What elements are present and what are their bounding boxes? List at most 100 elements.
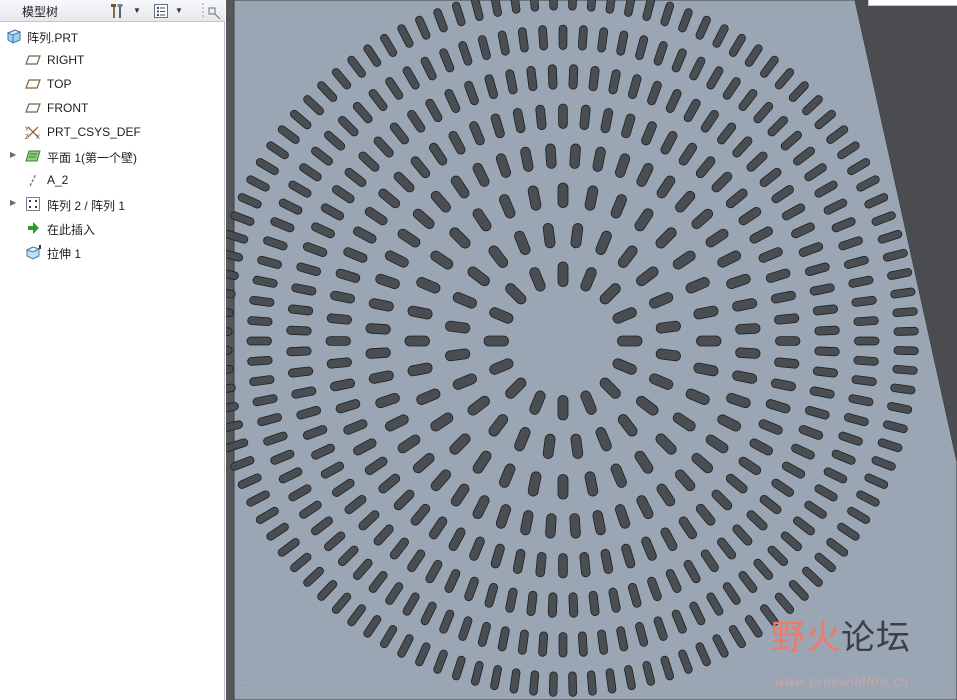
slot-cutout <box>774 357 800 369</box>
slot-cutout <box>365 323 391 335</box>
slot-cutout <box>735 323 761 335</box>
slot-cutout <box>569 513 581 539</box>
datum-plane-icon <box>25 52 41 68</box>
slot-cutout <box>545 143 557 169</box>
tree-item-top[interactable]: TOP <box>0 72 222 96</box>
slot-cutout <box>286 346 312 357</box>
slot-cutout <box>577 631 588 657</box>
slot-cutout <box>586 670 597 696</box>
slot-cutout <box>577 25 588 51</box>
slot-cutout <box>892 307 918 318</box>
tree-item-label: 拉伸 1 <box>47 247 82 261</box>
tree-item-front[interactable]: FRONT <box>0 96 222 120</box>
slot-cutout <box>326 313 352 325</box>
model-tree-panel: 模型树 ▼ ▼ 阵列.PRT RIGHT TOP FRONT Y X Z PRT… <box>0 0 225 700</box>
slot-cutout <box>854 336 880 346</box>
slot-cutout <box>226 364 234 375</box>
watermark-url: www.proewildfire.cn <box>775 674 909 689</box>
slot-cutout <box>535 104 547 130</box>
tree-item-label: 在此插入 <box>47 223 96 237</box>
show-dropdown-icon[interactable]: ▼ <box>175 6 183 15</box>
slot-cutout <box>735 347 761 359</box>
slot-cutout <box>569 143 581 169</box>
slot-cutout <box>774 313 800 325</box>
slot-cutout <box>617 335 643 347</box>
slot-cutout <box>538 25 549 51</box>
slot-cutout <box>404 335 430 347</box>
slot-cutout <box>246 336 272 346</box>
watermark-title-part1: 野火 <box>771 618 841 658</box>
tree-item-label: 阵列.PRT <box>27 31 79 45</box>
slot-cutout <box>547 592 558 618</box>
slot-cutout <box>558 632 568 658</box>
watermark-title-part2: 论坛 <box>841 618 911 658</box>
slot-cutout <box>557 395 569 421</box>
model-viewport[interactable] <box>226 0 957 700</box>
model-tree-title: 模型树 <box>22 5 59 19</box>
pattern-icon <box>25 196 41 212</box>
slot-cutout <box>247 355 273 366</box>
datum-axis-icon <box>25 172 41 188</box>
slot-cutout <box>286 325 312 336</box>
datum-plane-icon <box>25 76 41 92</box>
slot-cutout <box>814 325 840 336</box>
tree-item-extrude[interactable]: 拉伸 1 <box>0 240 222 264</box>
svg-text:Y: Y <box>25 127 29 133</box>
tree-settings-button[interactable]: ▼ <box>109 2 141 19</box>
model-tree-header: 模型树 ▼ ▼ <box>0 0 225 22</box>
slot-cutout <box>579 552 591 578</box>
slot-cutout <box>365 347 391 359</box>
slot-cutout <box>568 64 579 90</box>
tree-item-label: 平面 1(第一个壁) <box>47 151 138 165</box>
tree-item-pattern[interactable]: ▶ 阵列 2 / 阵列 1 <box>0 192 222 216</box>
top-right-toolbar-edge <box>868 0 957 6</box>
tree-item-label: PRT_CSYS_DEF <box>47 125 141 139</box>
tree-item-insert-here[interactable]: 在此插入 <box>0 216 222 240</box>
slot-cutout <box>853 355 879 366</box>
expand-arrow-icon[interactable]: ▶ <box>10 150 18 160</box>
slot-cutout <box>893 326 919 336</box>
slot-cutout <box>557 474 569 500</box>
tree-item-part[interactable]: 阵列.PRT <box>0 24 222 48</box>
slot-cutout <box>814 346 840 357</box>
svg-text:Z: Z <box>25 135 29 140</box>
expand-arrow-icon[interactable]: ▶ <box>10 198 18 208</box>
slot-cutout <box>547 64 558 90</box>
slot-cutout <box>775 336 801 346</box>
slot-cutout <box>568 592 579 618</box>
model-tree-list: 阵列.PRT RIGHT TOP FRONT Y X Z PRT_CSYS_DE… <box>0 24 222 264</box>
tree-item-csys[interactable]: Y X Z PRT_CSYS_DEF <box>0 120 222 144</box>
tree-list-icon <box>154 3 168 18</box>
tree-item-label: FRONT <box>47 101 89 115</box>
slot-cutout <box>226 346 233 356</box>
slot-cutout <box>557 261 569 287</box>
tree-item-label: A_2 <box>47 173 69 187</box>
slot-cutout <box>247 316 273 327</box>
pin-icon <box>202 2 221 19</box>
slot-cutout <box>529 670 540 696</box>
tree-show-button[interactable]: ▼ <box>153 2 183 19</box>
slot-cutout <box>853 316 879 327</box>
tree-item-label: RIGHT <box>47 53 85 67</box>
slot-cutout <box>558 553 568 579</box>
slot-cutout <box>226 307 234 318</box>
tree-item-wall[interactable]: ▶ 平面 1(第一个壁) <box>0 144 222 168</box>
tree-item-label: 阵列 2 / 阵列 1 <box>47 199 126 213</box>
mode-indicator-text: … <box>238 681 246 688</box>
part-icon <box>6 28 22 44</box>
slot-cutout <box>696 335 722 347</box>
slot-cutout <box>325 336 351 346</box>
slot-cutout <box>892 364 918 375</box>
slot-cutout <box>548 671 558 697</box>
slot-cutout <box>558 103 568 129</box>
slot-cutout <box>548 0 558 11</box>
tree-item-right[interactable]: RIGHT <box>0 48 222 72</box>
slot-cutout <box>538 631 549 657</box>
extrude-icon <box>25 244 41 260</box>
tree-pin-button[interactable] <box>201 2 223 19</box>
tree-item-axis[interactable]: A_2 <box>0 168 222 192</box>
tree-item-label: TOP <box>47 77 72 91</box>
graphics-window[interactable] <box>226 0 957 700</box>
sheetmetal-wall-icon <box>25 148 41 164</box>
settings-dropdown-icon[interactable]: ▼ <box>133 6 141 15</box>
